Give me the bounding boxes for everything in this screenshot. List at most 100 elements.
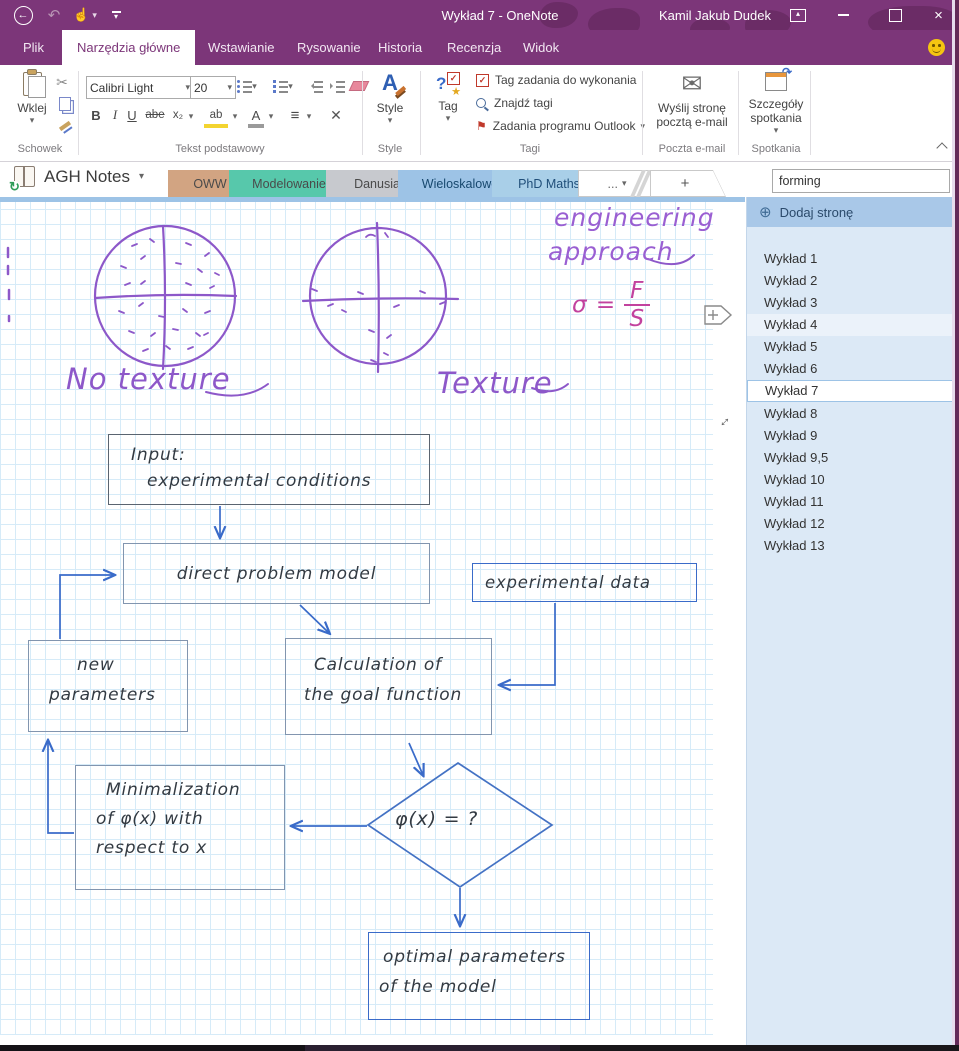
back-button[interactable]: ← (10, 0, 36, 30)
underline-button[interactable]: U (124, 106, 140, 124)
page-item-wyklad-2[interactable]: Wykład 2 (747, 270, 953, 292)
undo-button[interactable]: ↶ (42, 0, 66, 30)
highlight-button[interactable]: ab (204, 106, 228, 128)
formula-denominator: S (629, 306, 646, 332)
minimize-button[interactable] (820, 0, 866, 30)
page-list-sidebar: ⊕ Dodaj stronę Wykład 1 Wykład 2 Wykład … (746, 197, 953, 1045)
chevron-down-icon: ▾ (138, 171, 145, 182)
group-label-email: Poczta e-mail (658, 143, 726, 155)
group-separator (738, 71, 739, 155)
font-size-combobox[interactable]: 20 ▾ (190, 76, 236, 99)
tab-recenzja[interactable]: Recenzja (432, 30, 516, 65)
todo-tag-button[interactable]: ✓ Tag zadania do wykonania (476, 73, 636, 87)
ink-eraser-button[interactable] (348, 76, 370, 96)
window-border-right (952, 0, 959, 1051)
find-tags-button[interactable]: Znajdź tagi (476, 96, 553, 110)
clear-formatting-button[interactable]: ✕ (326, 106, 346, 124)
sigma-formula: σ = F S (572, 278, 651, 332)
page-title: Wykład 8 (764, 406, 818, 421)
italic-button[interactable]: I (108, 106, 122, 124)
bullet-list-button[interactable]: ▾ (236, 78, 258, 94)
tab-label: Wstawianie (208, 40, 275, 55)
page-item-wyklad-6[interactable]: Wykład 6 (747, 358, 953, 380)
subscript-dropdown[interactable]: ▾ (186, 109, 196, 123)
new-params-line1: new (77, 655, 115, 675)
paragraph-align-button[interactable]: ≡ (286, 106, 304, 124)
page-item-wyklad-9[interactable]: Wykład 9 (747, 425, 953, 447)
page-item-wyklad-13[interactable]: Wykład 13 (747, 535, 953, 557)
format-painter-button[interactable] (55, 117, 75, 135)
optimal-line2: of the model (379, 977, 497, 997)
search-tags-icon (476, 98, 486, 108)
increase-indent-button[interactable] (328, 78, 346, 94)
customize-quick-access-button[interactable]: ▾ (106, 0, 126, 30)
add-page-button[interactable]: ⊕ Dodaj stronę (747, 197, 953, 227)
search-input[interactable] (773, 174, 946, 188)
page-item-wyklad-9-5[interactable]: Wykład 9,5 (747, 447, 953, 469)
chevron-down-icon: ▾ (113, 11, 118, 21)
touch-mode-icon: ☝ (73, 7, 90, 22)
page-item-wyklad-11[interactable]: Wykład 11 (747, 491, 953, 513)
styles-button[interactable]: A Style ▾ (368, 72, 412, 126)
tab-historia[interactable]: Historia (363, 30, 437, 65)
decrease-indent-button[interactable] (306, 78, 324, 94)
flowchart-optimal-box: optimal parameters of the model (368, 932, 590, 1020)
tab-widok[interactable]: Widok (508, 30, 574, 65)
highlight-dropdown[interactable]: ▾ (230, 109, 240, 123)
close-icon: × (934, 6, 943, 24)
font-color-button[interactable]: A (248, 106, 264, 128)
group-label-style: Style (377, 143, 403, 155)
email-line1: Wyślij stronę (658, 101, 726, 115)
page-item-wyklad-10[interactable]: Wykład 10 (747, 469, 953, 491)
styles-label: Style (376, 101, 404, 115)
flowchart-direct-model-box: direct problem model (123, 543, 430, 604)
tab-narzedzia-glowne[interactable]: Narzędzia główne (62, 30, 196, 65)
signed-in-user[interactable]: Kamil Jakub Dudek (640, 0, 790, 30)
group-label-basic-text: Tekst podstawowy (175, 143, 265, 155)
maximize-button[interactable] (872, 0, 918, 30)
bold-button[interactable]: B (88, 106, 104, 124)
cut-button[interactable]: ✂ (52, 73, 72, 91)
page-item-wyklad-5[interactable]: Wykład 5 (747, 336, 953, 358)
tab-label: Historia (378, 40, 423, 55)
page-item-wyklad-8[interactable]: Wykład 8 (747, 403, 953, 425)
strikethrough-button[interactable]: abe (142, 106, 168, 124)
tag-icon: ? ✓ ★ (436, 72, 461, 98)
tag-button[interactable]: ? ✓ ★ Tag ▾ (428, 72, 468, 124)
ribbon-display-options-button[interactable]: ▴ (783, 0, 813, 30)
heading-approach: approach (548, 237, 674, 266)
font-size-value: 20 (194, 80, 208, 95)
notebook-dropdown[interactable]: AGH Notes ▾ (9, 166, 145, 192)
meeting-details-button[interactable]: Szczegóły spotkania ▾ (744, 65, 808, 136)
paste-button[interactable]: Wklej ▾ (10, 69, 54, 126)
font-color-dropdown[interactable]: ▾ (266, 109, 276, 123)
page-item-wyklad-3[interactable]: Wykład 3 (747, 292, 953, 314)
outlook-tasks-button[interactable]: ⚑ Zadania programu Outlook ▾ (476, 119, 645, 133)
tab-plik[interactable]: Plik (8, 30, 59, 65)
tab-wstawianie[interactable]: Wstawianie (193, 30, 289, 65)
add-page-icon: ⊕ (759, 203, 772, 221)
touch-mode-button[interactable]: ☝ ▾ (70, 0, 100, 30)
font-name-combobox[interactable]: Calibri Light ▾ (86, 76, 194, 99)
chevron-down-icon: ▾ (232, 110, 238, 121)
page-item-wyklad-7-selected[interactable]: Wykład 7 (747, 380, 953, 402)
feedback-smiley-button[interactable] (928, 39, 945, 56)
new-section-button[interactable]: + (650, 170, 726, 197)
tab-label: Narzędzia główne (77, 40, 181, 55)
resize-diagonal-icon[interactable]: ↔ (712, 409, 735, 432)
subscript-button[interactable]: x₂ (170, 106, 186, 124)
tab-rysowanie[interactable]: Rysowanie (282, 30, 376, 65)
paragraph-align-dropdown[interactable]: ▾ (304, 109, 314, 123)
copy-button[interactable] (55, 95, 75, 113)
page-item-wyklad-12[interactable]: Wykład 12 (747, 513, 953, 535)
chevron-down-icon: ▾ (387, 115, 393, 125)
section-label: OWW (193, 176, 227, 191)
numbered-list-button[interactable]: ▾ (272, 78, 294, 94)
group-label-meetings: Spotkania (751, 143, 801, 155)
email-page-button[interactable]: ✉ Wyślij stronę pocztą e-mail (650, 72, 734, 130)
collapse-ribbon-button[interactable] (934, 141, 950, 155)
flowchart-new-parameters-box: new parameters (28, 640, 188, 732)
page-item-wyklad-4[interactable]: Wykład 4 (747, 314, 953, 336)
group-separator (810, 71, 811, 155)
page-item-wyklad-1[interactable]: Wykład 1 (747, 248, 953, 270)
